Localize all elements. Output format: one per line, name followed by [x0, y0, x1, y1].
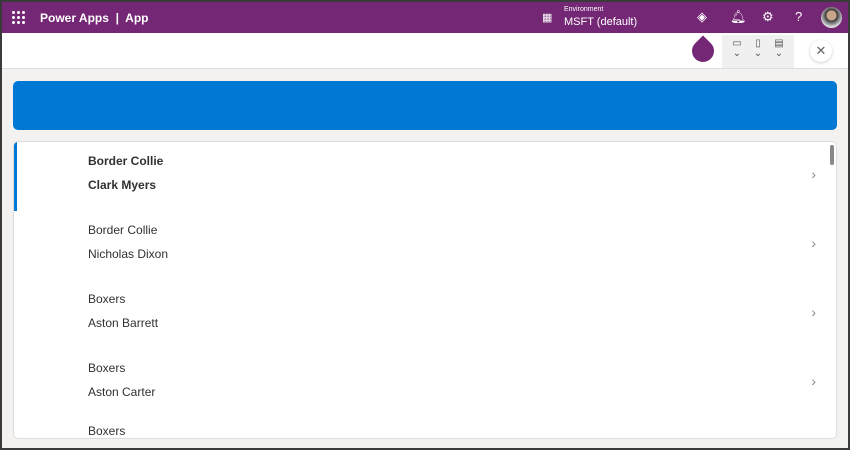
environment-selector[interactable]: MSFT (default) [564, 16, 637, 28]
item-subtitle: Clark Myers [88, 178, 157, 192]
app-window: Power Apps | App ▦ Environment MSFT (def… [2, 2, 848, 448]
list-item[interactable]: Border Collie Nicholas Dixon › [14, 211, 836, 280]
item-subtitle: Aston Carter [88, 385, 156, 399]
device-selector: ▭ ⌄ ▯ ⌄ ▤ ⌄ [722, 35, 794, 68]
environment-label: Environment [564, 6, 604, 13]
gallery-list: Border Collie Clark Myers › Border Collie Ni… [13, 141, 837, 439]
app-title: Power Apps | App [40, 11, 149, 25]
close-button[interactable]: ✕ [810, 40, 832, 62]
list-item[interactable]: Boxers Aston Carter › [14, 349, 836, 418]
item-title: Border Collie [88, 223, 158, 237]
chevron-right-icon[interactable]: › [811, 373, 816, 389]
list-item[interactable]: Border Collie Clark Myers › [14, 142, 836, 211]
app-launcher-icon[interactable] [12, 11, 25, 24]
header-banner [13, 81, 837, 130]
phone-icon[interactable]: ▯ ⌄ [748, 39, 768, 59]
item-title: Boxers [88, 292, 126, 306]
environment-icon: ▦ [542, 12, 553, 24]
chevron-right-icon[interactable]: › [811, 166, 816, 182]
item-title: Border Collie [88, 154, 164, 168]
item-title: Boxers [88, 361, 126, 375]
avatar[interactable] [821, 7, 842, 28]
tablet-icon[interactable]: ▭ ⌄ [727, 39, 747, 59]
item-title: Boxers [88, 424, 126, 438]
bell-icon[interactable]: 🔔︎ [730, 9, 747, 25]
chevron-right-icon[interactable]: › [811, 304, 816, 320]
gear-icon[interactable]: ⚙ [762, 9, 774, 25]
copilot-icon[interactable]: ◈ [697, 9, 707, 25]
list-item[interactable]: Boxers [14, 418, 836, 438]
chevron-right-icon[interactable]: › [811, 235, 816, 251]
web-icon[interactable]: ▤ ⌄ [769, 39, 789, 59]
top-bar: Power Apps | App ▦ Environment MSFT (def… [2, 2, 848, 33]
item-subtitle: Aston Barrett [88, 316, 159, 330]
list-item[interactable]: Boxers Aston Barrett › [14, 280, 836, 349]
item-subtitle: Nicholas Dixon [88, 247, 169, 261]
help-icon[interactable]: ? [795, 9, 802, 24]
